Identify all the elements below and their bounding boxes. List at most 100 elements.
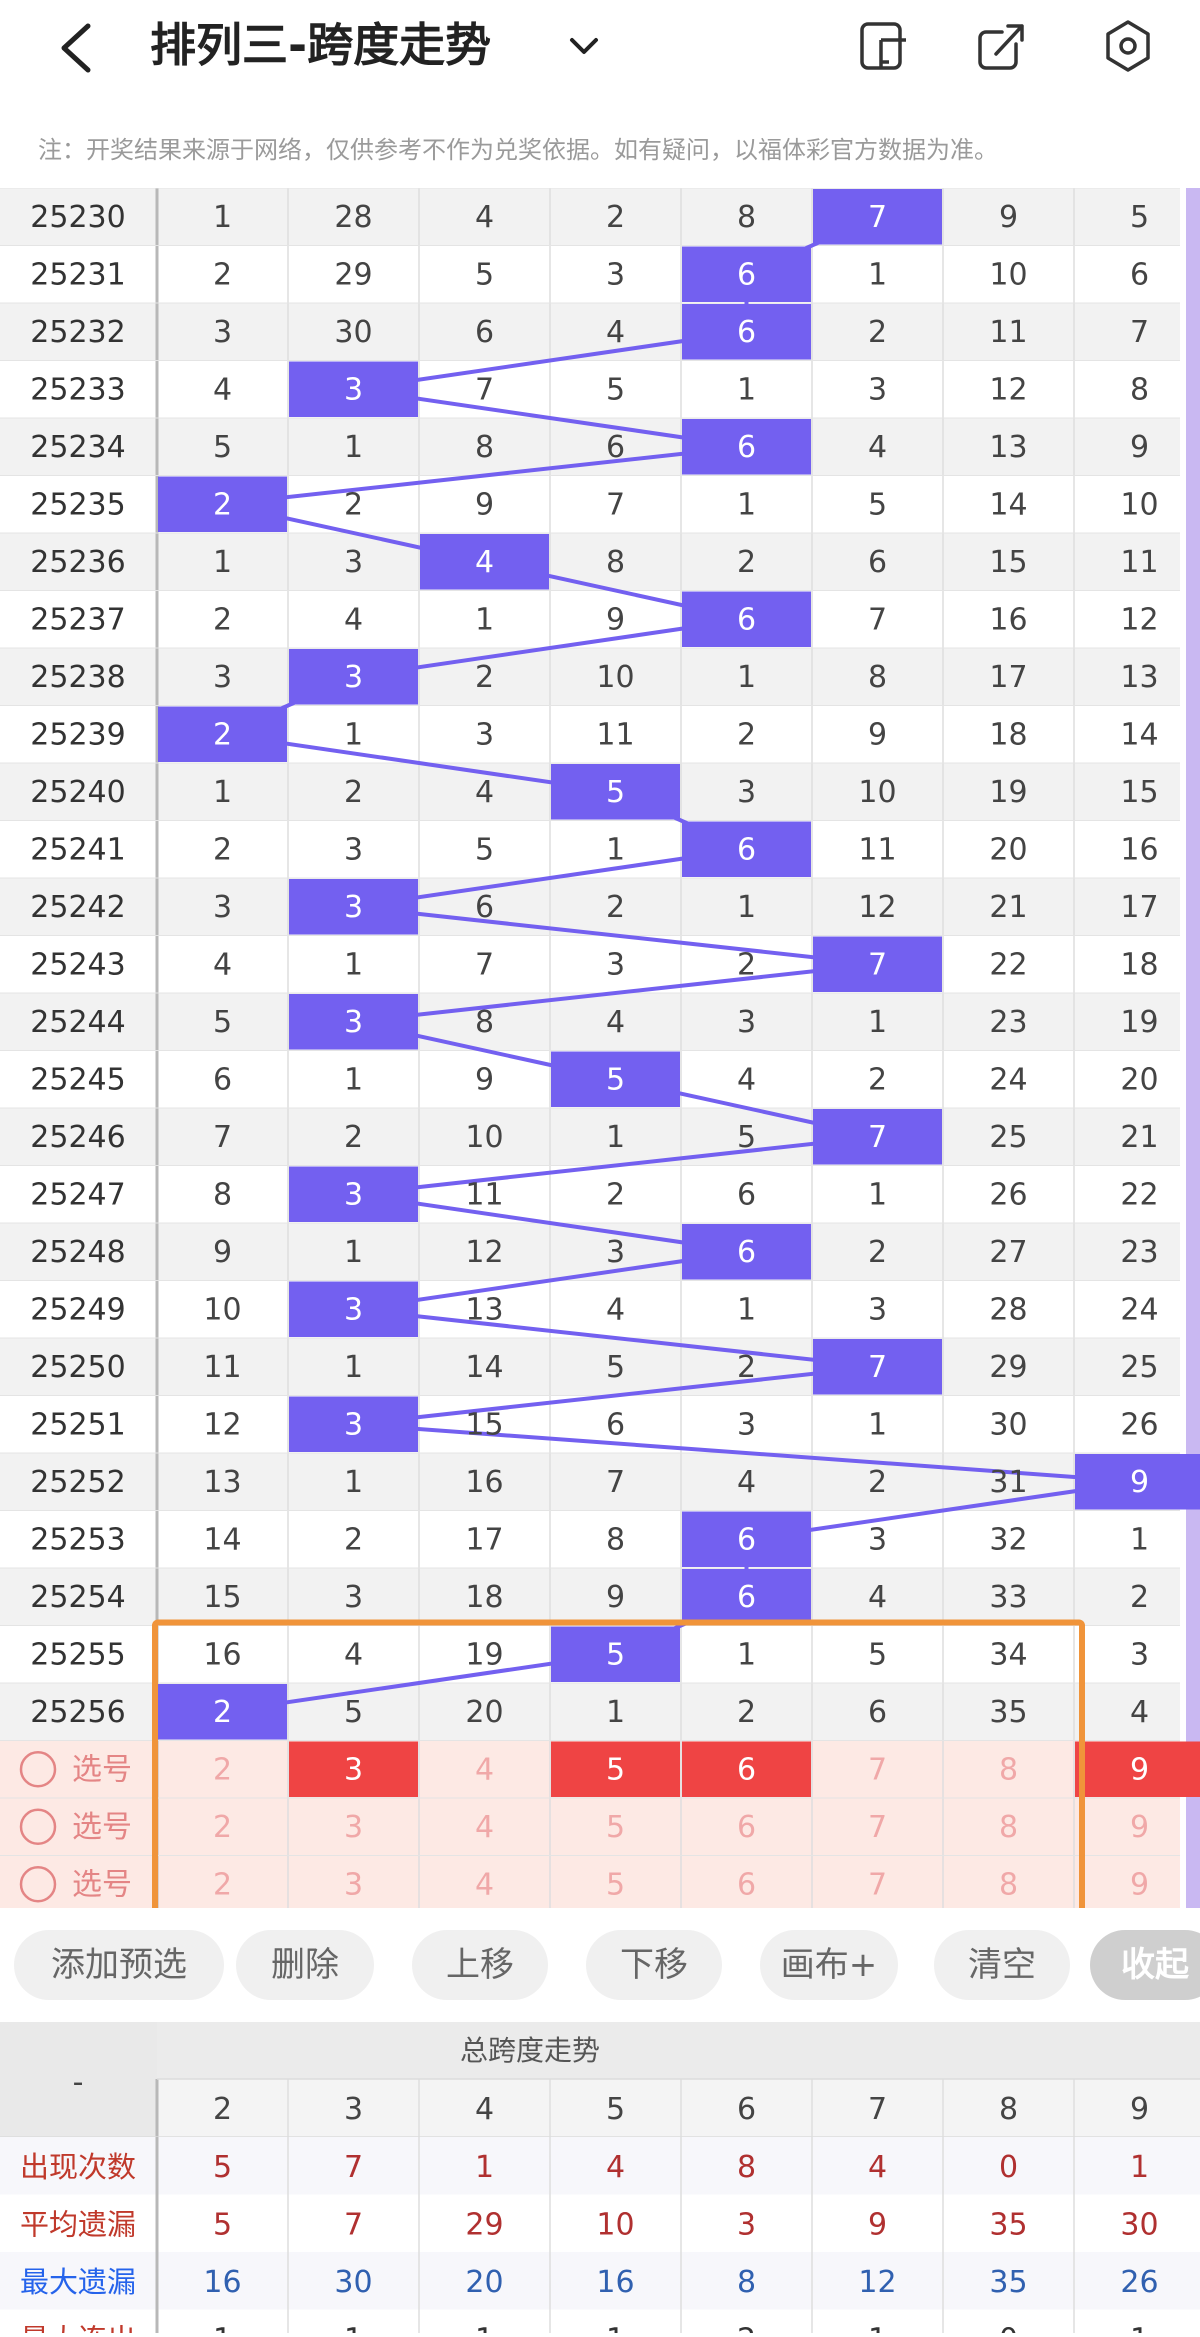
select-label: 选号: [72, 1867, 132, 1902]
period-number: 25252: [30, 1465, 125, 1500]
miss-count: 8: [737, 200, 756, 235]
miss-count: 5: [475, 257, 494, 292]
miss-count: 1: [606, 1695, 625, 1730]
miss-count: 5: [606, 372, 625, 407]
clear-button[interactable]: 清空: [934, 1930, 1070, 2000]
miss-count: 9: [606, 602, 625, 637]
hit-value: 6: [737, 602, 756, 637]
add-preselect-button[interactable]: 添加预选: [14, 1930, 224, 2000]
stats-value: 1: [344, 2323, 363, 2334]
miss-count: 4: [475, 200, 494, 235]
miss-count: 6: [606, 1407, 625, 1442]
select-number: 7: [868, 1752, 887, 1787]
miss-count: 15: [465, 1407, 503, 1442]
page-title: 排列三-跨度走势: [150, 18, 492, 72]
miss-count: 2: [606, 200, 625, 235]
stats-row-label: 平均遗漏: [20, 2208, 136, 2242]
stats-column-header: 3: [344, 2092, 363, 2127]
miss-count: 25: [989, 1120, 1027, 1155]
miss-count: 6: [1130, 257, 1149, 292]
miss-count: 30: [334, 315, 372, 350]
select-label: 选号: [72, 1752, 132, 1787]
period-number: 25232: [30, 315, 125, 350]
miss-count: 1: [344, 1465, 363, 1500]
select-number: 6: [737, 1867, 756, 1902]
period-number: 25230: [30, 200, 125, 235]
select-number: 4: [475, 1752, 494, 1787]
period-number: 25249: [30, 1292, 125, 1327]
miss-count: 1: [737, 372, 756, 407]
miss-count: 4: [737, 1465, 756, 1500]
settings-gear-icon[interactable]: [1100, 18, 1156, 74]
miss-count: 14: [203, 1522, 241, 1557]
miss-count: 2: [213, 257, 232, 292]
period-number: 25243: [30, 947, 125, 982]
stats-value: 0: [999, 2150, 1018, 2185]
miss-count: 11: [596, 717, 634, 752]
collapse-button[interactable]: 收起: [1090, 1930, 1200, 2000]
miss-count: 20: [1120, 1062, 1158, 1097]
stats-value: 20: [465, 2265, 503, 2300]
period-number: 25250: [30, 1350, 125, 1385]
miss-count: 34: [989, 1637, 1027, 1672]
delete-button[interactable]: 删除: [236, 1930, 374, 2000]
hit-value: 5: [606, 1062, 625, 1097]
miss-count: 17: [465, 1522, 503, 1557]
miss-count: 21: [989, 890, 1027, 925]
share-icon[interactable]: [974, 18, 1030, 74]
select-number: 4: [475, 1810, 494, 1845]
miss-count: 2: [737, 1695, 756, 1730]
select-number: 7: [868, 1810, 887, 1845]
miss-count: 1: [737, 890, 756, 925]
miss-count: 12: [1120, 602, 1158, 637]
miss-count: 1: [868, 1005, 887, 1040]
miss-count: 5: [868, 487, 887, 522]
miss-count: 5: [606, 1350, 625, 1385]
miss-count: 22: [1120, 1177, 1158, 1212]
canvas-plus-button[interactable]: 画布+: [760, 1930, 898, 2000]
stats-value: 7: [344, 2208, 363, 2243]
miss-count: 8: [1130, 372, 1149, 407]
miss-count: 13: [1120, 660, 1158, 695]
miss-count: 3: [213, 315, 232, 350]
miss-count: 7: [213, 1120, 232, 1155]
select-label: 选号: [72, 1810, 132, 1845]
move-up-button[interactable]: 上移: [412, 1930, 548, 2000]
miss-count: 18: [1120, 947, 1158, 982]
chevron-down-icon[interactable]: [566, 28, 602, 64]
hit-value: 7: [868, 1120, 887, 1155]
miss-count: 14: [989, 487, 1027, 522]
layout-toggle-icon[interactable]: [856, 18, 912, 74]
miss-count: 4: [606, 1005, 625, 1040]
period-number: 25244: [30, 1005, 125, 1040]
stats-value: 5: [213, 2150, 232, 2185]
stats-value: 3: [737, 2208, 756, 2243]
select-number: 6: [737, 1810, 756, 1845]
miss-count: 31: [989, 1465, 1027, 1500]
move-down-button[interactable]: 下移: [586, 1930, 722, 2000]
miss-count: 5: [475, 832, 494, 867]
miss-count: 3: [606, 257, 625, 292]
miss-count: 3: [737, 1407, 756, 1442]
trend-grid-canvas: 25230 1 28 4 2 8 7 9 525231 2 29 5 3 6 1 10 625232 3 30 6 4 6…: [0, 187, 1200, 1923]
stats-value: 5: [213, 2208, 232, 2243]
back-arrow-icon[interactable]: [52, 18, 102, 78]
miss-count: 15: [1120, 775, 1158, 810]
app-header: 排列三-跨度走势: [0, 0, 1200, 100]
miss-count: 26: [1120, 1407, 1158, 1442]
miss-count: 21: [1120, 1120, 1158, 1155]
select-number: 6: [737, 1752, 756, 1787]
miss-count: 9: [475, 1062, 494, 1097]
period-number: 25254: [30, 1580, 125, 1615]
miss-count: 23: [1120, 1235, 1158, 1270]
miss-count: 3: [1130, 1637, 1149, 1672]
stats-value: 8: [737, 2265, 756, 2300]
miss-count: 3: [868, 372, 887, 407]
miss-count: 22: [989, 947, 1027, 982]
miss-count: 2: [344, 1120, 363, 1155]
hit-value: 6: [737, 257, 756, 292]
miss-count: 6: [475, 315, 494, 350]
miss-count: 9: [606, 1580, 625, 1615]
miss-count: 4: [344, 602, 363, 637]
hit-value: 3: [344, 1177, 363, 1212]
